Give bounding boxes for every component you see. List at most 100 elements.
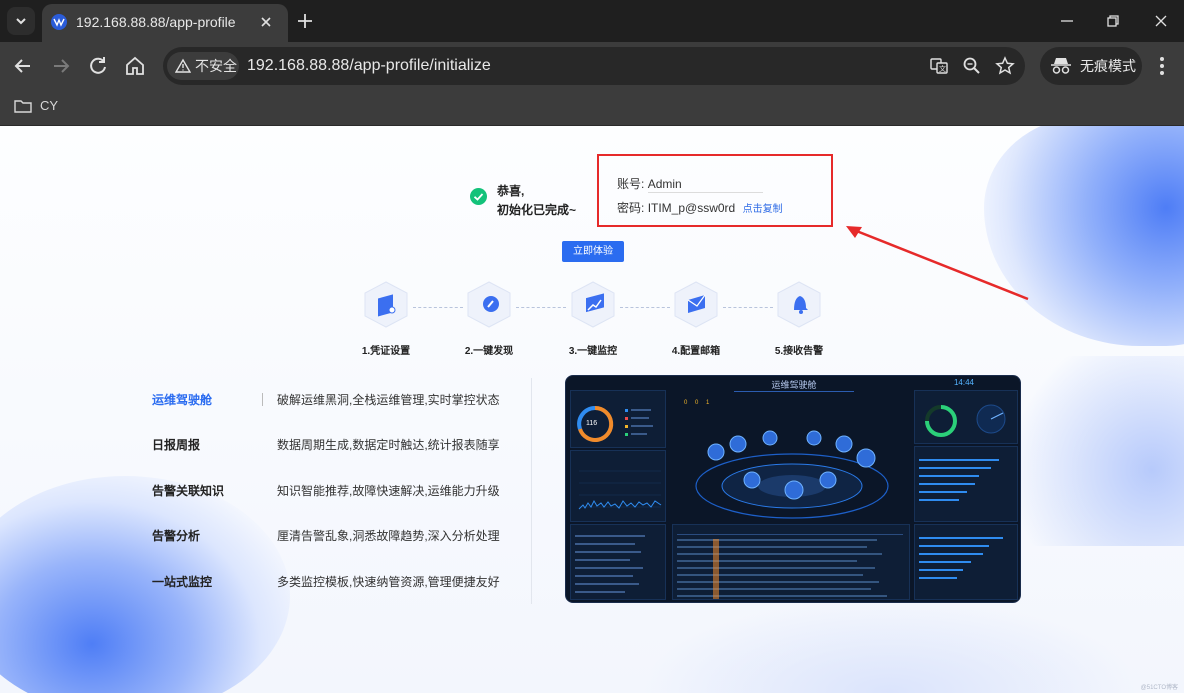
feature-description: 多类监控模板,快速纳管资源,管理便捷友好 <box>277 575 500 589</box>
feature-name: 日报周报 <box>152 438 201 452</box>
dashboard-panel <box>914 446 1018 522</box>
step-label: 1.凭证设置 <box>361 346 411 357</box>
dashboard-panel <box>914 524 1018 600</box>
watermark: @51CTO博客 <box>1140 685 1178 691</box>
close-tab-icon[interactable] <box>258 14 274 30</box>
forward-icon[interactable] <box>49 54 73 78</box>
security-indicator[interactable]: 不安全 <box>167 52 239 80</box>
step-2[interactable]: 2.一键发现 <box>454 278 524 357</box>
close-window-icon[interactable] <box>1150 10 1172 32</box>
hub-diagram-icon <box>695 430 889 519</box>
bookmark-folder-label: CY <box>40 98 59 113</box>
back-icon[interactable] <box>11 54 35 78</box>
new-tab-icon[interactable] <box>296 12 314 30</box>
address-bar[interactable]: 不安全 192.168.88.88/app-profile/initialize… <box>163 47 1025 85</box>
mail-icon <box>674 281 718 328</box>
feature-description: 知识智能推荐,故障快速解决,运维能力升级 <box>277 484 500 498</box>
dashboard-panel <box>570 450 666 522</box>
feature-name: 告警关联知识 <box>152 484 225 498</box>
step-1[interactable]: 1.凭证设置 <box>351 278 421 357</box>
incognito-label: 无痕模式 <box>1080 58 1136 74</box>
feature-item[interactable]: 告警关联知识 知识智能推荐,故障快速解决,运维能力升级 <box>152 482 512 502</box>
dashboard-counter: 0 0 1 <box>684 400 713 406</box>
gauge-icon <box>925 404 1006 437</box>
incognito-icon <box>1051 58 1071 74</box>
bookmarks-bar: CY <box>0 90 1184 126</box>
tab-search-button[interactable] <box>7 7 35 35</box>
feature-name: 告警分析 <box>152 529 201 543</box>
feature-description: 厘清告警乱象,洞悉故障趋势,深入分析处理 <box>277 529 500 543</box>
site-favicon-icon <box>51 14 67 30</box>
dashboard-panel <box>672 524 910 600</box>
page-content: 恭喜, 初始化已完成~ 账号: Admin 密码: ITIM_p@ssw0rd … <box>0 126 1184 693</box>
vertical-divider <box>531 378 532 604</box>
reload-icon[interactable] <box>86 54 110 78</box>
feature-description: 破解运维黑洞,全栈运维管理,实时掌控状态 <box>277 393 500 407</box>
step-3[interactable]: 3.一键监控 <box>558 278 628 357</box>
bell-icon <box>777 281 821 328</box>
top10-bars-icon <box>919 459 999 501</box>
credentials-highlight-box: 账号: Admin 密码: ITIM_p@ssw0rd 点击复制 <box>597 154 833 227</box>
step-label: 2.一键发现 <box>464 346 514 357</box>
success-line-1: 恭喜, <box>497 184 525 198</box>
more-menu-icon[interactable] <box>1152 54 1172 78</box>
line-chart-icon <box>578 470 662 510</box>
account-label: 账号: <box>617 177 645 191</box>
list-bars-icon <box>575 535 645 593</box>
credential-icon <box>364 281 408 328</box>
dashboard-panel: 116 <box>570 390 666 448</box>
browser-tab-bar: 192.168.88.88/app-profile <box>0 0 1184 42</box>
account-row: 账号: Admin <box>617 176 763 193</box>
feature-name: 一站式监控 <box>152 575 213 589</box>
decorative-glow-bottom <box>640 596 1140 693</box>
red-arrow-annotation <box>846 226 1029 301</box>
minimize-icon[interactable] <box>1056 10 1078 32</box>
feature-item[interactable]: 告警分析 厘清告警乱象,洞悉故障趋势,深入分析处理 <box>152 527 512 547</box>
bookmark-star-icon[interactable] <box>995 56 1015 76</box>
feature-divider <box>262 393 263 406</box>
success-line-2: 初始化已完成~ <box>497 203 577 217</box>
dashboard-time: 14:44 <box>953 378 974 387</box>
url-text[interactable]: 192.168.88.88/app-profile/initialize <box>247 56 491 76</box>
feature-description: 数据周期生成,数据定时触达,统计报表随享 <box>277 438 500 452</box>
discover-icon <box>467 281 511 328</box>
dashboard-title: 运维驾驶舱 <box>734 378 854 392</box>
feature-item[interactable]: 一站式监控 多类监控模板,快速纳管资源,管理便捷友好 <box>152 573 512 593</box>
warning-icon <box>175 58 191 73</box>
password-value: ITIM_p@ssw0rd <box>647 201 736 215</box>
step-label: 4.配置邮箱 <box>671 346 721 357</box>
top10-bars-icon <box>919 537 1003 579</box>
success-message: 恭喜, 初始化已完成~ <box>470 182 576 220</box>
browser-toolbar: 不安全 192.168.88.88/app-profile/initialize… <box>0 42 1184 90</box>
password-label: 密码: <box>617 201 645 215</box>
home-icon[interactable] <box>123 54 147 78</box>
step-5[interactable]: 5.接收告警 <box>764 278 834 357</box>
step-label: 3.一键监控 <box>568 346 618 357</box>
dashboard-panel <box>570 524 666 600</box>
folder-icon <box>14 99 32 113</box>
bookmark-folder[interactable]: CY <box>14 98 58 113</box>
tab-title: 192.168.88.88/app-profile <box>76 14 236 30</box>
security-label: 不安全 <box>195 58 237 74</box>
account-value: Admin <box>647 177 682 191</box>
dashboard-preview: 运维驾驶舱 14:44 116 0 0 1 <box>565 375 1021 603</box>
active-tab[interactable]: 192.168.88.88/app-profile <box>42 4 288 42</box>
incognito-indicator[interactable]: 无痕模式 <box>1040 47 1142 85</box>
alarm-table-icon <box>677 534 903 599</box>
password-row: 密码: ITIM_p@ssw0rd 点击复制 <box>617 200 783 218</box>
zoom-icon[interactable] <box>962 56 982 76</box>
feature-item[interactable]: 日报周报 数据周期生成,数据定时触达,统计报表随享 <box>152 436 512 456</box>
ring-center-value: 116 <box>586 420 598 427</box>
translate-icon[interactable]: 文 <box>929 56 949 76</box>
try-now-button[interactable]: 立即体验 <box>562 241 624 262</box>
step-4[interactable]: 4.配置邮箱 <box>661 278 731 357</box>
feature-item[interactable]: 运维驾驶舱 破解运维黑洞,全栈运维管理,实时掌控状态 <box>152 391 512 411</box>
feature-name: 运维驾驶舱 <box>152 393 213 407</box>
check-circle-icon <box>470 188 487 205</box>
copy-password-link[interactable]: 点击复制 <box>743 204 783 215</box>
svg-text:文: 文 <box>939 64 946 73</box>
dashboard-panel <box>914 390 1018 444</box>
chevron-down-icon <box>16 18 26 25</box>
restore-icon[interactable] <box>1102 10 1124 32</box>
step-label: 5.接收告警 <box>774 346 824 357</box>
